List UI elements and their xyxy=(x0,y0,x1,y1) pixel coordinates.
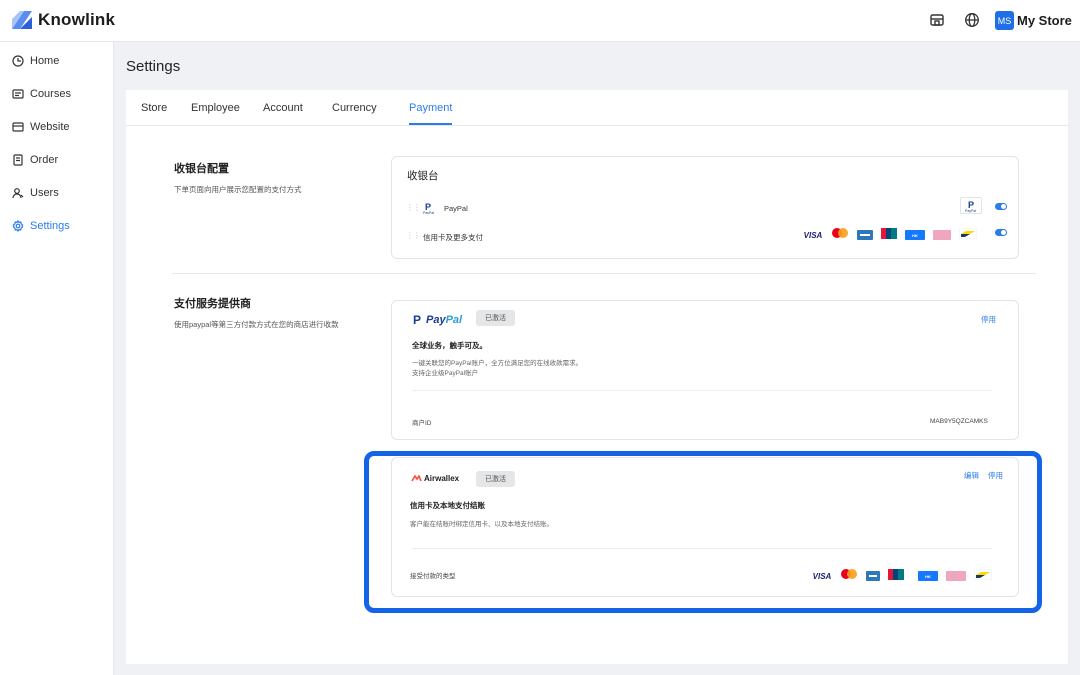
knowlink-logo-icon xyxy=(12,11,32,29)
sidebar-item-label: Home xyxy=(30,55,60,67)
sidebar-item-order[interactable]: Order xyxy=(12,154,58,166)
paypal-toggle[interactable] xyxy=(995,203,1007,210)
providers-section-desc: 使用paypal等第三方付款方式在您的商店进行收款 xyxy=(174,320,339,329)
sidebar-item-users[interactable]: Users xyxy=(12,187,59,199)
sidebar-item-settings[interactable]: Settings xyxy=(12,220,70,232)
status-badge: 已激活 xyxy=(476,471,515,487)
paypal-icon: P PayPal xyxy=(423,201,437,219)
store-name[interactable]: My Store xyxy=(1017,13,1072,28)
paypal-provider-card: P Pay Pal 已激活 停用 全球业务，触手可及。 一键关联您的PayPal账… xyxy=(391,300,1019,440)
tab-payment[interactable]: Payment xyxy=(409,102,452,114)
alipay-hk-icon: HK xyxy=(918,571,938,581)
bancontact-icon xyxy=(958,226,978,244)
svg-text:PayPal: PayPal xyxy=(965,209,976,213)
courses-icon xyxy=(12,89,24,99)
afterpay-icon xyxy=(946,571,966,581)
checkout-card-title: 收银台 xyxy=(407,170,439,182)
merchant-id-value: MAB9Y5QZCAMKS xyxy=(930,418,988,425)
app-name: Knowlink xyxy=(38,10,116,29)
payment-method-logos: VISA HK xyxy=(803,226,985,244)
airwallex-desc: 客户能在结账时绑定信用卡、以及本地支付结账。 xyxy=(410,521,553,528)
card-divider xyxy=(412,390,992,391)
airwallex-edit-link[interactable]: 编辑 xyxy=(964,470,979,481)
sidebar-item-label: Courses xyxy=(30,88,71,100)
card-divider xyxy=(412,548,992,549)
sidebar-item-label: Users xyxy=(30,187,59,199)
users-icon xyxy=(12,188,24,199)
section-divider xyxy=(172,273,1036,274)
airwallex-provider-card: Airwallex 已激活 编辑 停用 信用卡及本地支付结账 客户能在结账时绑定… xyxy=(391,457,1019,597)
checkout-card: 收银台 ⋮⋮ P PayPal PayPal P PayPal ⋮⋮ 信用卡及更多支… xyxy=(391,156,1019,259)
clock-icon xyxy=(12,55,24,67)
settings-panel: Store Employee Account Currency Payment … xyxy=(126,90,1068,664)
sidebar-item-courses[interactable]: Courses xyxy=(12,88,71,100)
sidebar-item-label: Website xyxy=(30,121,70,133)
sidebar: Home Courses Website Order Users Setting… xyxy=(0,42,114,675)
amex-icon xyxy=(857,230,873,240)
status-badge: 已激活 xyxy=(476,310,515,326)
top-bar: Knowlink MS My Store xyxy=(0,0,1080,42)
visa-icon: VISA xyxy=(803,230,823,240)
accepted-payment-logos: VISA HK xyxy=(812,567,1000,585)
paypal-disable-link[interactable]: 停用 xyxy=(981,314,996,325)
paypal-desc-line2: 支持企业级PayPal账户 xyxy=(412,370,479,377)
sidebar-item-website[interactable]: Website xyxy=(12,121,70,133)
storefront-icon xyxy=(12,122,24,132)
sidebar-item-home[interactable]: Home xyxy=(12,55,59,67)
storefront-icon[interactable] xyxy=(929,12,947,30)
accepted-types-label: 接受付款的类型 xyxy=(410,573,456,580)
checkout-row-label: PayPal xyxy=(444,204,468,213)
tab-store[interactable]: Store xyxy=(141,102,167,114)
unionpay-icon xyxy=(888,567,904,585)
tab-employee[interactable]: Employee xyxy=(191,102,240,114)
svg-text:PayPal: PayPal xyxy=(423,211,434,214)
cards-toggle[interactable] xyxy=(995,229,1007,236)
drag-handle-icon[interactable]: ⋮⋮ xyxy=(406,231,421,240)
app-logo[interactable]: Knowlink xyxy=(12,10,115,30)
paypal-headline: 全球业务，触手可及。 xyxy=(412,341,487,350)
sidebar-item-label: Order xyxy=(30,154,59,166)
active-tab-indicator xyxy=(409,123,452,125)
afterpay-icon xyxy=(933,230,951,240)
paypal-logo-badge: P PayPal xyxy=(960,197,982,214)
tab-bar: Store Employee Account Currency Payment xyxy=(126,90,1068,126)
order-icon xyxy=(13,154,23,166)
paypal-desc-line1: 一键关联您的PayPal账户，全方位满足您的在线收款需求。 xyxy=(412,360,583,367)
checkout-section-title: 收银台配置 xyxy=(174,163,229,175)
amex-icon xyxy=(866,571,880,581)
mastercard-icon xyxy=(840,567,858,585)
tab-currency[interactable]: Currency xyxy=(332,102,377,114)
checkout-row-label: 信用卡及更多支付 xyxy=(423,233,483,242)
svg-text:P: P xyxy=(413,313,421,326)
page-title: Settings xyxy=(126,58,181,75)
airwallex-brand: Airwallex xyxy=(424,474,460,483)
store-avatar[interactable]: MS xyxy=(995,11,1014,30)
drag-handle-icon[interactable]: ⋮⋮ xyxy=(406,203,421,212)
airwallex-headline: 信用卡及本地支付结账 xyxy=(410,501,485,510)
mastercard-icon xyxy=(831,226,849,244)
bancontact-icon xyxy=(973,567,993,585)
merchant-id-label: 商户ID xyxy=(412,420,432,427)
checkout-section-desc: 下单页面向用户展示您配置的支付方式 xyxy=(174,185,302,194)
visa-icon: VISA xyxy=(812,571,832,581)
alipay-hk-icon: HK xyxy=(905,230,925,240)
airwallex-disable-link[interactable]: 停用 xyxy=(988,470,1003,481)
providers-section-title: 支付服务提供商 xyxy=(174,298,251,310)
tab-account[interactable]: Account xyxy=(263,102,303,114)
airwallex-logo: Airwallex xyxy=(411,474,459,483)
gear-icon xyxy=(12,220,24,232)
sidebar-item-label: Settings xyxy=(30,220,70,232)
unionpay-icon xyxy=(881,226,897,244)
globe-icon[interactable] xyxy=(964,12,982,30)
paypal-logo: P Pay Pal xyxy=(413,313,463,326)
